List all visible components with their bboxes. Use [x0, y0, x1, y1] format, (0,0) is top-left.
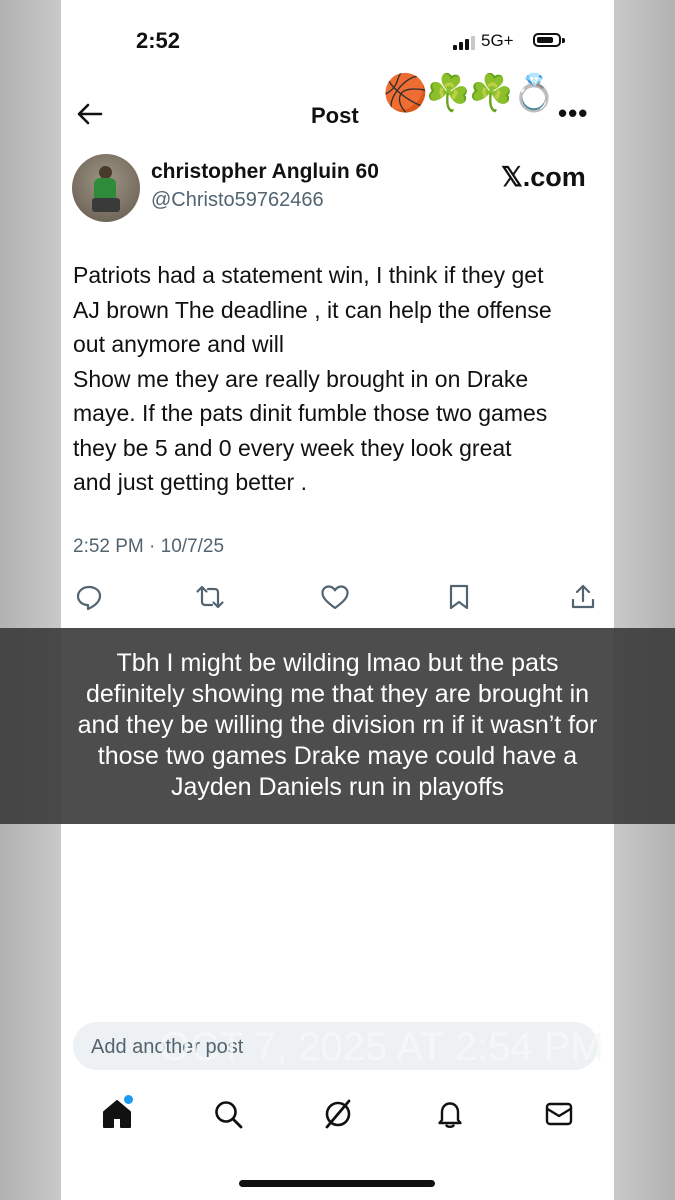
- screenshot-margin-left: [0, 0, 61, 1200]
- post-text: Patriots had a statement win, I think if…: [73, 258, 613, 500]
- x-com-label: 𝕏.com: [501, 162, 586, 192]
- caption-line: definitely showing me that they are brou…: [85, 680, 590, 708]
- post-text-line: AJ brown The deadline , it can help the …: [73, 296, 552, 323]
- like-icon[interactable]: [320, 583, 350, 611]
- post-text-line: maye. If the pats dinit fumble those two…: [73, 400, 548, 426]
- reply-icon[interactable]: [75, 583, 103, 611]
- caption-line: and they be willing the division rn if i…: [77, 711, 598, 739]
- display-name[interactable]: christopher Angluin 60: [151, 160, 379, 184]
- avatar[interactable]: [72, 154, 140, 222]
- post-text-line: Patriots had a statement win, I think if…: [73, 262, 544, 288]
- user-handle[interactable]: @Christo59762466: [151, 189, 324, 212]
- more-options-icon[interactable]: •••: [558, 98, 588, 129]
- caption-line: Tbh I might be wilding lmao but the pats: [116, 649, 559, 677]
- post-text-line: they be 5 and 0 every week they look gre…: [73, 434, 512, 461]
- emoji-sticker: 🏀☘️☘️💍: [383, 72, 556, 113]
- search-icon[interactable]: [212, 1098, 244, 1130]
- post-text-line: Show me they are really brought in on Dr…: [73, 365, 529, 392]
- caption-line: those two games Drake maye could have a: [97, 742, 578, 770]
- messages-icon[interactable]: [543, 1098, 575, 1130]
- network-label: 5G+: [481, 31, 514, 50]
- home-indicator[interactable]: [239, 1180, 435, 1187]
- back-arrow-icon[interactable]: [77, 102, 103, 126]
- battery-icon: [533, 33, 565, 47]
- bookmark-icon[interactable]: [446, 583, 472, 611]
- status-time: 2:52: [136, 28, 181, 53]
- phone-screen: 2:52 5G+ Post 🏀☘️☘️💍 ••• christopher Ang…: [61, 0, 614, 1200]
- home-notification-dot: [124, 1095, 133, 1104]
- photo-date-watermark: OCT 7, 2025 AT 2:54 PM: [159, 1025, 604, 1069]
- notifications-icon[interactable]: [434, 1098, 466, 1130]
- post-timestamp[interactable]: 2:52 PM · 10/7/25: [73, 536, 224, 558]
- grok-icon[interactable]: [322, 1098, 354, 1130]
- page-title: Post: [311, 103, 359, 128]
- signal-icon: [453, 36, 475, 50]
- repost-icon[interactable]: [195, 583, 225, 611]
- post-text-line: out anymore and will: [73, 331, 284, 357]
- screenshot-margin-right: [614, 0, 675, 1200]
- caption-text: Tbh I might be wilding lmao but the pats…: [0, 648, 675, 803]
- post-text-line: and just getting better .: [73, 469, 307, 495]
- caption-line: Jayden Daniels run in playoffs: [170, 773, 505, 801]
- share-icon[interactable]: [569, 583, 597, 611]
